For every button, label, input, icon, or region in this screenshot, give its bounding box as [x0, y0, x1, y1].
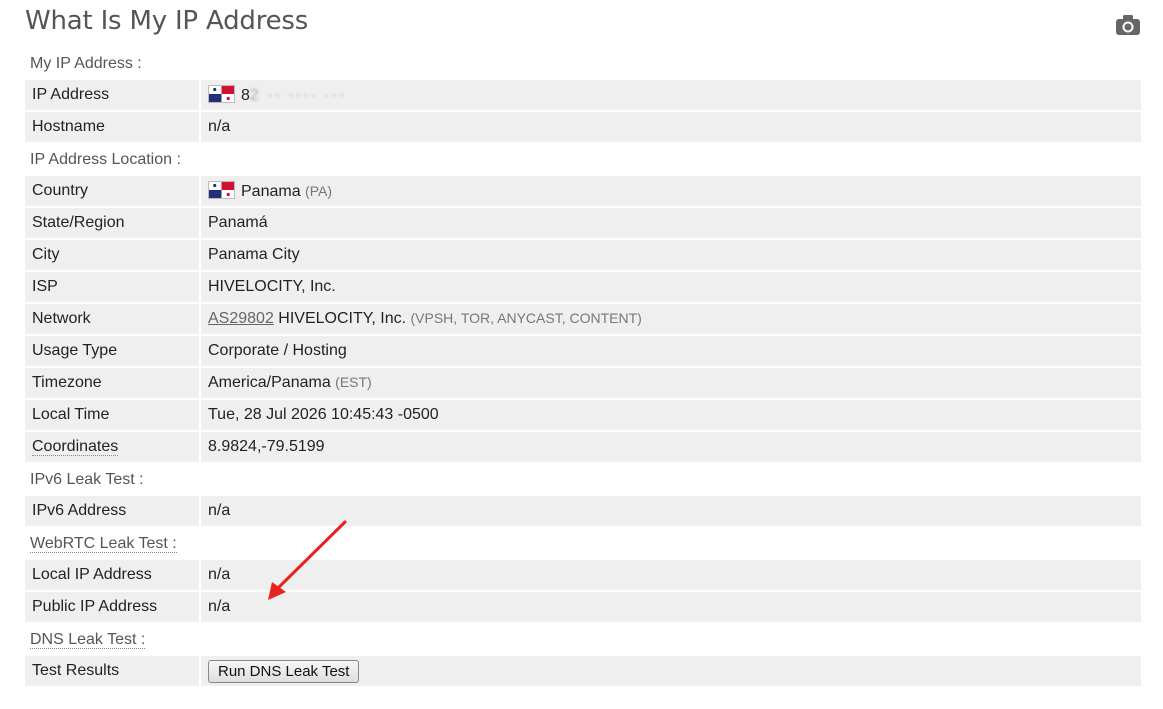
row-usage-type: Usage Type Corporate / Hosting — [25, 336, 1141, 368]
section-title: IPv6 Leak Test : — [30, 471, 144, 488]
row-value: 82 ·· ···· ··· — [201, 80, 1141, 112]
row-label: Local IP Address — [25, 560, 201, 592]
row-label: Hostname — [25, 112, 201, 144]
asn-link[interactable]: AS29802 — [208, 310, 274, 327]
row-value: Panama City — [201, 240, 1141, 272]
row-value: AS29802 HIVELOCITY, Inc. (VPSH, TOR, ANY… — [201, 304, 1141, 336]
row-value: Corporate / Hosting — [201, 336, 1141, 368]
section-title[interactable]: WebRTC Leak Test : — [30, 535, 177, 553]
row-label: Network — [25, 304, 201, 336]
row-value: Tue, 28 Jul 2026 10:45:43 -0500 — [201, 400, 1141, 432]
row-value: Run DNS Leak Test — [201, 656, 1141, 688]
row-city: City Panama City — [25, 240, 1141, 272]
row-label: IP Address — [25, 80, 201, 112]
timezone-abbr: (EST) — [335, 374, 372, 390]
country-name: Panama — [241, 183, 301, 200]
row-timezone: Timezone America/Panama (EST) — [25, 368, 1141, 400]
run-dns-leak-test-button[interactable]: Run DNS Leak Test — [208, 659, 360, 683]
row-ip-address: IP Address 82 ·· ···· ··· — [25, 80, 1141, 112]
row-value: America/Panama (EST) — [201, 368, 1141, 400]
country-code: (PA) — [305, 183, 333, 199]
row-value: n/a — [201, 496, 1141, 528]
network-tags: (VPSH, TOR, ANYCAST, CONTENT) — [410, 310, 642, 326]
row-value: HIVELOCITY, Inc. — [201, 272, 1141, 304]
row-value: n/a — [201, 112, 1141, 144]
row-coordinates: Coordinates 8.9824,-79.5199 — [25, 432, 1141, 464]
section-ipv6: IPv6 Leak Test : — [25, 464, 1141, 496]
row-label: Test Results — [25, 656, 201, 688]
row-webrtc-local: Local IP Address n/a — [25, 560, 1141, 592]
timezone-value: America/Panama — [208, 374, 331, 391]
ip-address-value: 8 — [241, 87, 250, 104]
row-value: n/a — [201, 560, 1141, 592]
panama-flag-icon — [208, 85, 235, 103]
ip-info-panel: My IP Address : IP Address 82 ·· ···· ··… — [25, 48, 1141, 688]
section-title: IP Address Location : — [30, 151, 181, 168]
row-network: Network AS29802 HIVELOCITY, Inc. (VPSH, … — [25, 304, 1141, 336]
row-label: Usage Type — [25, 336, 201, 368]
row-label: State/Region — [25, 208, 201, 240]
header: What Is My IP Address — [25, 4, 1141, 40]
section-my-ip: My IP Address : — [25, 48, 1141, 80]
coordinates-label[interactable]: Coordinates — [32, 438, 119, 456]
camera-icon[interactable] — [1115, 14, 1141, 36]
row-hostname: Hostname n/a — [25, 112, 1141, 144]
row-value: Panama (PA) — [201, 176, 1141, 208]
row-value: Panamá — [201, 208, 1141, 240]
row-country: Country Panama (PA) — [25, 176, 1141, 208]
ip-info-table: My IP Address : IP Address 82 ·· ···· ··… — [25, 48, 1141, 688]
row-label: ISP — [25, 272, 201, 304]
panama-flag-icon — [208, 181, 235, 199]
section-title: My IP Address : — [30, 55, 142, 72]
row-value: n/a — [201, 592, 1141, 624]
row-label: City — [25, 240, 201, 272]
row-webrtc-public: Public IP Address n/a — [25, 592, 1141, 624]
row-ipv6-address: IPv6 Address n/a — [25, 496, 1141, 528]
row-value: 8.9824,-79.5199 — [201, 432, 1141, 464]
network-name: HIVELOCITY, Inc. — [278, 310, 407, 327]
row-local-time: Local Time Tue, 28 Jul 2026 10:45:43 -05… — [25, 400, 1141, 432]
row-label: Local Time — [25, 400, 201, 432]
row-label: Coordinates — [25, 432, 201, 464]
row-dns-results: Test Results Run DNS Leak Test — [25, 656, 1141, 688]
section-title[interactable]: DNS Leak Test : — [30, 631, 146, 649]
row-label: IPv6 Address — [25, 496, 201, 528]
row-isp: ISP HIVELOCITY, Inc. — [25, 272, 1141, 304]
redacted-ip: 2 ·· ···· ··· — [249, 87, 347, 104]
page-title: What Is My IP Address — [25, 6, 309, 36]
row-label: Public IP Address — [25, 592, 201, 624]
row-label: Timezone — [25, 368, 201, 400]
section-location: IP Address Location : — [25, 144, 1141, 176]
section-webrtc: WebRTC Leak Test : — [25, 528, 1141, 560]
row-label: Country — [25, 176, 201, 208]
row-state: State/Region Panamá — [25, 208, 1141, 240]
section-dns: DNS Leak Test : — [25, 624, 1141, 656]
